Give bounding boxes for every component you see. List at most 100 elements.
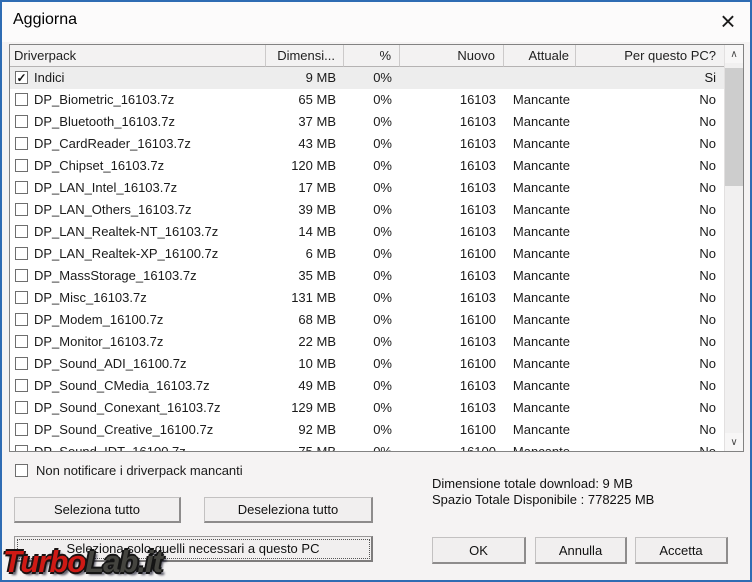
size-cell: 49 MB: [266, 375, 344, 397]
row-checkbox[interactable]: ✓: [15, 71, 28, 84]
column-header-pct[interactable]: %: [344, 45, 400, 67]
row-checkbox[interactable]: [15, 401, 28, 414]
new-version-cell: 16100: [400, 419, 504, 441]
for-this-pc-cell: No: [576, 441, 724, 451]
table-row[interactable]: DP_Sound_IDT_16100.7z75 MB0%16100Mancant…: [10, 441, 724, 451]
row-checkbox[interactable]: [15, 335, 28, 348]
current-version-cell: Mancante: [504, 441, 576, 451]
row-checkbox[interactable]: [15, 313, 28, 326]
row-checkbox[interactable]: [15, 181, 28, 194]
close-button[interactable]: ×: [712, 6, 744, 36]
row-checkbox[interactable]: [15, 269, 28, 282]
accept-button[interactable]: Accetta: [635, 537, 728, 564]
driverpack-cell: DP_LAN_Intel_16103.7z: [10, 177, 266, 199]
row-checkbox[interactable]: [15, 291, 28, 304]
close-icon: ×: [720, 8, 735, 34]
size-cell: 37 MB: [266, 111, 344, 133]
new-version-cell: 16103: [400, 265, 504, 287]
vertical-scrollbar[interactable]: ∧ ∨: [724, 45, 743, 451]
deselect-all-button[interactable]: Deseleziona tutto: [204, 497, 373, 523]
for-this-pc-cell: No: [576, 111, 724, 133]
column-header-dim[interactable]: Dimensi...: [266, 45, 344, 67]
checkbox-box[interactable]: [15, 464, 28, 477]
current-version-cell: Mancante: [504, 419, 576, 441]
size-cell: 92 MB: [266, 419, 344, 441]
row-checkbox[interactable]: [15, 379, 28, 392]
percent-cell: 0%: [344, 331, 400, 353]
current-version-cell: Mancante: [504, 375, 576, 397]
table-row[interactable]: DP_Sound_ADI_16100.7z10 MB0%16100Mancant…: [10, 353, 724, 375]
table-row[interactable]: DP_Sound_Creative_16100.7z92 MB0%16100Ma…: [10, 419, 724, 441]
table-row[interactable]: DP_LAN_Others_16103.7z39 MB0%16103Mancan…: [10, 199, 724, 221]
titlebar: Aggiorna ×: [2, 2, 750, 42]
size-cell: 131 MB: [266, 287, 344, 309]
row-checkbox[interactable]: [15, 225, 28, 238]
row-checkbox[interactable]: [15, 247, 28, 260]
table-row[interactable]: DP_Modem_16100.7z68 MB0%16100MancanteNo: [10, 309, 724, 331]
notify-missing-checkbox[interactable]: Non notificare i driverpack mancanti: [14, 463, 243, 478]
total-download-size: Dimensione totale download: 9 MB: [432, 476, 654, 492]
scroll-track[interactable]: [725, 186, 743, 433]
percent-cell: 0%: [344, 243, 400, 265]
new-version-cell: 16103: [400, 375, 504, 397]
driverpack-name: DP_CardReader_16103.7z: [34, 136, 191, 151]
percent-cell: 0%: [344, 419, 400, 441]
current-version-cell: Mancante: [504, 155, 576, 177]
table-row[interactable]: DP_LAN_Intel_16103.7z17 MB0%16103Mancant…: [10, 177, 724, 199]
size-cell: 22 MB: [266, 331, 344, 353]
row-checkbox[interactable]: [15, 159, 28, 172]
column-header-pc[interactable]: Per questo PC?: [576, 45, 724, 67]
current-version-cell: Mancante: [504, 133, 576, 155]
row-checkbox[interactable]: [15, 357, 28, 370]
table-row[interactable]: DP_Biometric_16103.7z65 MB0%16103Mancant…: [10, 89, 724, 111]
table-row[interactable]: DP_Sound_CMedia_16103.7z49 MB0%16103Manc…: [10, 375, 724, 397]
ok-button[interactable]: OK: [432, 537, 526, 564]
scroll-down-button[interactable]: ∨: [725, 433, 743, 451]
row-checkbox[interactable]: [15, 137, 28, 150]
driverpack-name: DP_LAN_Realtek-NT_16103.7z: [34, 224, 218, 239]
driverpack-name: DP_Biometric_16103.7z: [34, 92, 174, 107]
size-cell: 43 MB: [266, 133, 344, 155]
percent-cell: 0%: [344, 265, 400, 287]
table-row[interactable]: DP_LAN_Realtek-NT_16103.7z14 MB0%16103Ma…: [10, 221, 724, 243]
table-row[interactable]: ✓Indici9 MB0%Si: [10, 67, 724, 89]
current-version-cell: Mancante: [504, 221, 576, 243]
driverpack-name: DP_Sound_IDT_16100.7z: [34, 444, 186, 451]
row-checkbox[interactable]: [15, 115, 28, 128]
column-header-att[interactable]: Attuale: [504, 45, 576, 67]
table-row[interactable]: DP_MassStorage_16103.7z35 MB0%16103Manca…: [10, 265, 724, 287]
current-version-cell: Mancante: [504, 177, 576, 199]
row-checkbox[interactable]: [15, 93, 28, 106]
list-header: DriverpackDimensi...%NuovoAttualePer que…: [10, 45, 724, 67]
size-cell: 129 MB: [266, 397, 344, 419]
table-row[interactable]: DP_Sound_Conexant_16103.7z129 MB0%16103M…: [10, 397, 724, 419]
column-header-name[interactable]: Driverpack: [10, 45, 266, 67]
table-row[interactable]: DP_LAN_Realtek-XP_16100.7z6 MB0%16100Man…: [10, 243, 724, 265]
table-row[interactable]: DP_Misc_16103.7z131 MB0%16103MancanteNo: [10, 287, 724, 309]
for-this-pc-cell: No: [576, 419, 724, 441]
new-version-cell: 16103: [400, 397, 504, 419]
table-row[interactable]: DP_Bluetooth_16103.7z37 MB0%16103Mancant…: [10, 111, 724, 133]
row-checkbox[interactable]: [15, 445, 28, 451]
for-this-pc-cell: No: [576, 375, 724, 397]
select-all-button[interactable]: Seleziona tutto: [14, 497, 181, 523]
list-main: DriverpackDimensi...%NuovoAttualePer que…: [10, 45, 724, 451]
row-checkbox[interactable]: [15, 203, 28, 216]
new-version-cell: 16103: [400, 177, 504, 199]
scroll-thumb[interactable]: [725, 68, 743, 186]
new-version-cell: 16103: [400, 133, 504, 155]
driverpack-name: DP_Bluetooth_16103.7z: [34, 114, 175, 129]
table-row[interactable]: DP_Monitor_16103.7z22 MB0%16103MancanteN…: [10, 331, 724, 353]
column-header-nuovo[interactable]: Nuovo: [400, 45, 504, 67]
new-version-cell: 16100: [400, 441, 504, 451]
cancel-button[interactable]: Annulla: [535, 537, 627, 564]
table-row[interactable]: DP_CardReader_16103.7z43 MB0%16103Mancan…: [10, 133, 724, 155]
current-version-cell: Mancante: [504, 309, 576, 331]
scroll-up-button[interactable]: ∧: [725, 45, 743, 63]
update-dialog: Aggiorna × DriverpackDimensi...%NuovoAtt…: [0, 0, 752, 582]
row-checkbox[interactable]: [15, 423, 28, 436]
table-row[interactable]: DP_Chipset_16103.7z120 MB0%16103Mancante…: [10, 155, 724, 177]
percent-cell: 0%: [344, 199, 400, 221]
driverpack-cell: DP_Sound_ADI_16100.7z: [10, 353, 266, 375]
for-this-pc-cell: No: [576, 133, 724, 155]
